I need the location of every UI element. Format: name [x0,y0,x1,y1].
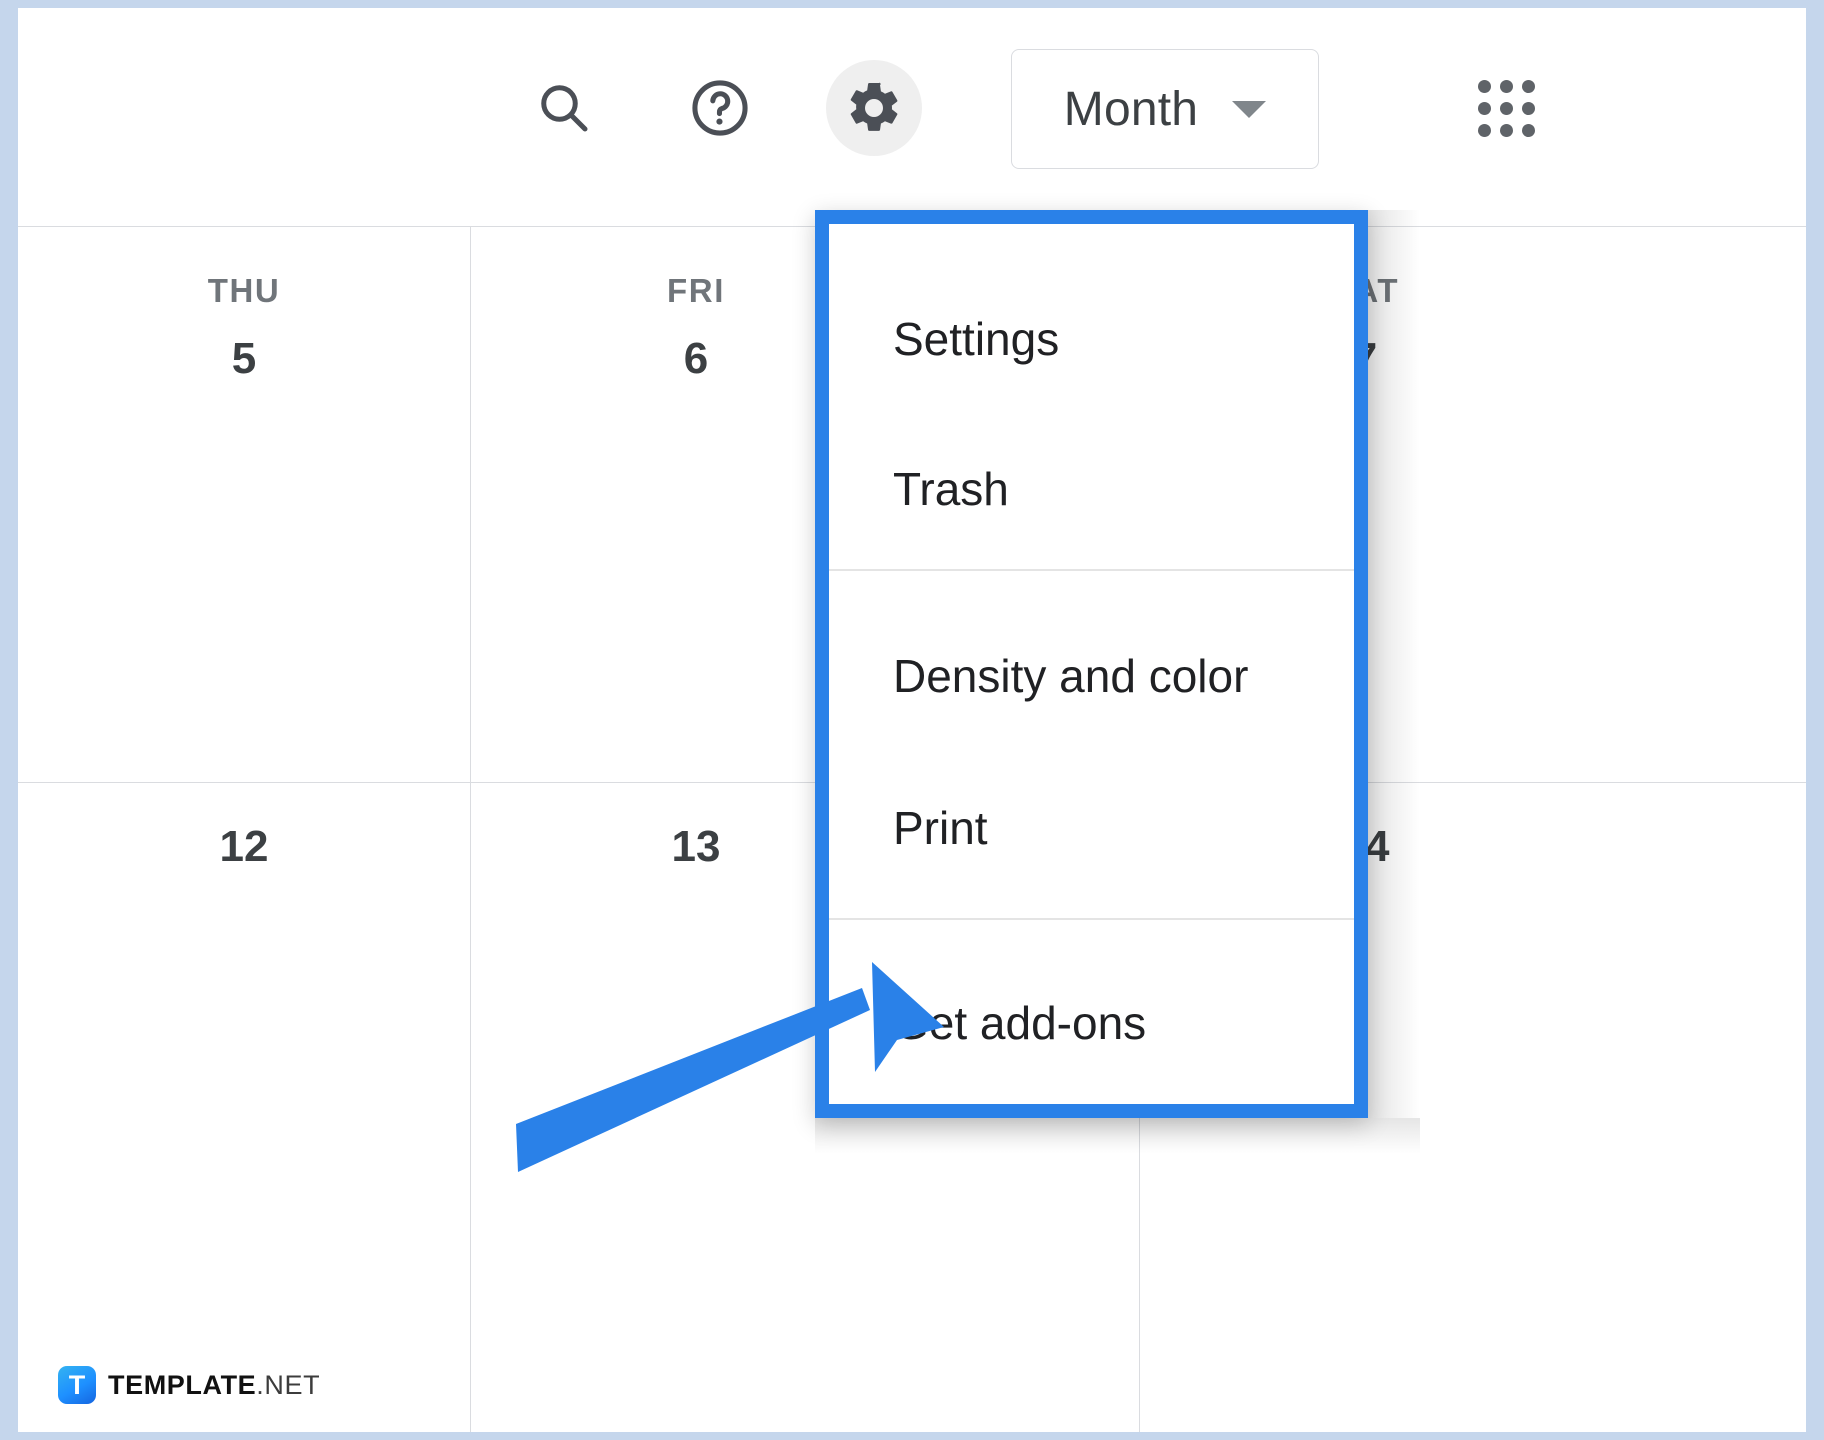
menu-item-print[interactable]: Print [829,801,1354,855]
menu-item-density-and-color[interactable]: Density and color [829,649,1354,703]
apps-grid-icon-dot [1500,102,1513,115]
apps-grid-icon-dot [1522,80,1535,93]
apps-grid-icon-dot [1522,102,1535,115]
calendar-app-window: Month THU 5 12 FRI 6 13 Settings Trash D… [18,8,1806,1432]
help-circle-icon [692,80,748,136]
calendar-day-column-thu[interactable]: THU 5 [18,226,470,384]
menu-item-settings[interactable]: Settings [829,312,1354,366]
apps-grid-icon-dot [1478,102,1491,115]
day-of-week-label: THU [207,272,281,309]
screenshot-canvas: Month THU 5 12 FRI 6 13 Settings Trash D… [0,0,1824,1440]
watermark-brand: TEMPLATE [108,1369,257,1400]
apps-grid-icon-dot [1478,124,1491,137]
template-net-watermark: T TEMPLATE.NET [58,1366,320,1404]
apps-grid-icon-dot [1500,80,1513,93]
search-button[interactable] [516,60,612,156]
apps-grid-button[interactable] [1458,60,1554,156]
menu-item-trash[interactable]: Trash [829,462,1354,516]
view-select-value: Month [1063,82,1199,136]
menu-item-get-add-ons[interactable]: Get add-ons [829,996,1354,1050]
settings-button[interactable] [826,60,922,156]
settings-dropdown-menu: Settings Trash Density and color Print G… [815,210,1368,1118]
apps-grid-icon-dot [1522,124,1535,137]
template-net-logo-icon: T [58,1366,96,1404]
apps-grid-icon-dot [1500,124,1513,137]
day-number: 12 [219,822,269,871]
menu-divider [829,569,1354,571]
view-select-dropdown[interactable]: Month [1011,49,1319,169]
settings-menu-surface: Settings Trash Density and color Print G… [829,224,1354,1104]
search-icon [541,85,588,132]
gear-icon [850,82,898,131]
menu-divider [829,918,1354,920]
top-toolbar: Month [18,8,1806,226]
template-net-wordmark: TEMPLATE.NET [108,1370,320,1401]
caret-down-icon [1232,100,1267,118]
day-number: 5 [231,334,257,383]
help-button[interactable] [672,60,768,156]
watermark-tld: .NET [256,1369,321,1400]
apps-grid-icon-dot [1478,80,1491,93]
